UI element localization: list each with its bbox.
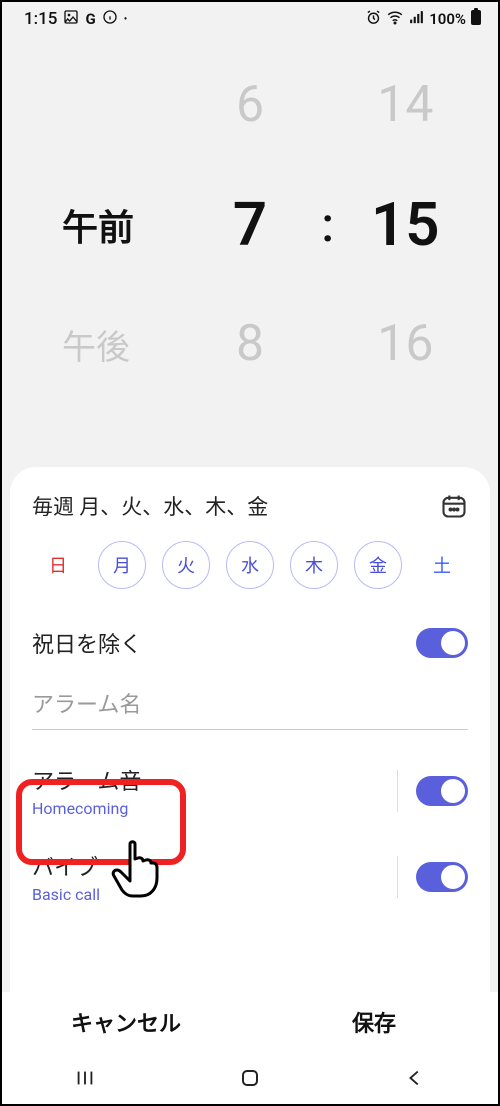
wifi-icon [386, 8, 404, 30]
day-thu[interactable]: 木 [290, 541, 338, 589]
status-left: 1:15 G • [24, 9, 127, 29]
day-sat[interactable]: 土 [418, 541, 466, 589]
time-picker[interactable]: 6 : 14 午前 7 : 15 午後 8 : 16 [2, 36, 498, 423]
alarm-sound-row[interactable]: アラーム音 Homecoming [32, 748, 468, 834]
exclude-holidays-label: 祝日を除く [32, 627, 142, 659]
hour-next: 8 [187, 315, 312, 373]
android-nav-bar [2, 1052, 498, 1104]
ampm-selected[interactable]: 午前 [32, 199, 187, 251]
bottom-buttons: キャンセル 保存 [2, 992, 498, 1052]
cancel-button[interactable]: キャンセル [2, 992, 250, 1052]
home-button[interactable] [205, 1066, 295, 1090]
ampm-next[interactable]: 午後 [32, 320, 187, 369]
exclude-holidays-toggle[interactable] [416, 628, 468, 658]
settings-card: 毎週 月、火、水、木、金 日 月 火 水 木 金 土 祝日を除く アラーム名 ア… [10, 467, 490, 992]
minute-prev: 14 [343, 76, 468, 134]
back-button[interactable] [370, 1067, 460, 1089]
hour-selected[interactable]: 7 [187, 189, 312, 260]
alarm-name-placeholder: アラーム名 [32, 687, 468, 730]
status-bar: 1:15 G • 100% [2, 2, 498, 36]
dot-icon: • [124, 14, 128, 25]
status-time: 1:15 [24, 9, 57, 29]
signal-icon [408, 9, 425, 30]
day-wed[interactable]: 水 [226, 541, 274, 589]
recents-button[interactable] [40, 1067, 130, 1089]
day-tue[interactable]: 火 [162, 541, 210, 589]
info-icon [102, 9, 118, 29]
battery-icon [470, 8, 482, 30]
alarm-name-input[interactable]: アラーム名 [32, 687, 468, 730]
day-sun[interactable]: 日 [34, 541, 82, 589]
vibration-toggle[interactable] [416, 862, 468, 892]
minute-selected[interactable]: 15 [343, 189, 468, 260]
status-right: 100% [365, 8, 482, 30]
minute-next: 16 [343, 315, 468, 373]
time-colon: : [313, 196, 343, 253]
vibration-row[interactable]: バイブ Basic call [32, 834, 468, 920]
image-icon [63, 9, 79, 29]
day-fri[interactable]: 金 [354, 541, 402, 589]
schedule-summary[interactable]: 毎週 月、火、水、木、金 [32, 491, 268, 521]
day-mon[interactable]: 月 [98, 541, 146, 589]
save-button[interactable]: 保存 [250, 992, 498, 1052]
google-icon: G [85, 10, 95, 28]
hour-prev: 6 [187, 76, 312, 134]
days-row: 日 月 火 水 木 金 土 [32, 541, 468, 589]
calendar-icon[interactable] [440, 492, 468, 520]
alarm-sound-toggle[interactable] [416, 776, 468, 806]
battery-percent: 100% [429, 10, 466, 28]
alarm-icon [365, 9, 382, 30]
